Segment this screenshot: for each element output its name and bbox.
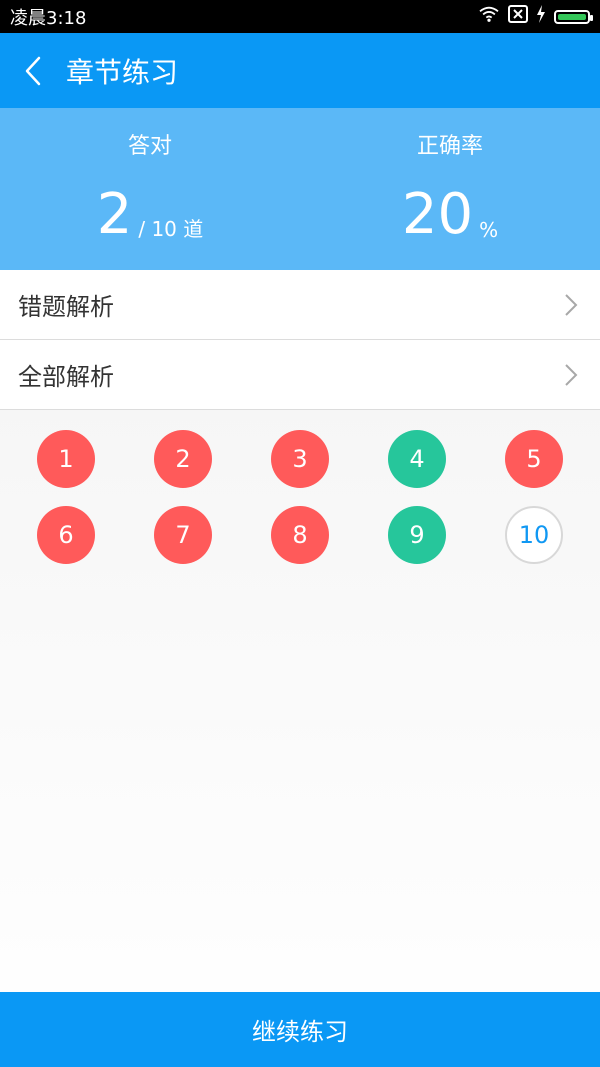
continue-practice-button[interactable]: 继续练习 <box>0 992 600 1067</box>
accuracy-value: 20 <box>401 182 474 247</box>
accuracy-stat: 正确率 20 % <box>300 108 600 270</box>
wifi-icon <box>478 5 500 28</box>
question-4-bubble[interactable]: 4 <box>388 430 446 488</box>
correct-stat: 答对 2 / 10 道 <box>0 108 300 270</box>
chevron-left-icon <box>25 56 41 85</box>
all-analysis-label: 全部解析 <box>18 363 114 391</box>
accuracy-value-group: 20 % <box>300 182 600 248</box>
correct-count: 2 <box>96 182 133 247</box>
question-5-bubble[interactable]: 5 <box>505 430 563 488</box>
total-count: / 10 道 <box>138 217 204 241</box>
status-icons <box>478 5 593 28</box>
question-9-bubble[interactable]: 9 <box>388 506 446 564</box>
chevron-right-icon <box>565 363 578 386</box>
question-grid: 1 2 3 4 5 6 7 8 9 10 <box>0 430 600 582</box>
wrong-analysis-item[interactable]: 错题解析 <box>0 270 600 340</box>
percent-sign: % <box>479 218 499 242</box>
page-title: 章节练习 <box>66 55 179 89</box>
sim-off-icon <box>508 5 528 28</box>
charging-icon <box>536 5 546 28</box>
question-1-bubble[interactable]: 1 <box>37 430 95 488</box>
analysis-list: 错题解析 全部解析 <box>0 270 600 410</box>
question-row: 6 7 8 9 10 <box>0 506 600 564</box>
question-2-bubble[interactable]: 2 <box>154 430 212 488</box>
back-button[interactable] <box>0 33 66 108</box>
status-time: 凌晨3:18 <box>10 7 87 29</box>
chevron-right-icon <box>565 293 578 316</box>
question-7-bubble[interactable]: 7 <box>154 506 212 564</box>
question-10-bubble[interactable]: 10 <box>505 506 563 564</box>
question-row: 1 2 3 4 5 <box>0 430 600 488</box>
wrong-analysis-label: 错题解析 <box>18 293 114 321</box>
battery-icon <box>554 9 593 24</box>
stats-panel: 答对 2 / 10 道 正确率 20 % <box>0 108 600 270</box>
app-bar: 章节练习 <box>0 33 600 108</box>
question-8-bubble[interactable]: 8 <box>271 506 329 564</box>
question-6-bubble[interactable]: 6 <box>37 506 95 564</box>
correct-value-group: 2 / 10 道 <box>0 182 300 248</box>
question-3-bubble[interactable]: 3 <box>271 430 329 488</box>
correct-label: 答对 <box>127 134 172 159</box>
accuracy-label: 正确率 <box>416 134 483 159</box>
status-bar: 凌晨3:18 <box>0 0 600 33</box>
all-analysis-item[interactable]: 全部解析 <box>0 340 600 410</box>
